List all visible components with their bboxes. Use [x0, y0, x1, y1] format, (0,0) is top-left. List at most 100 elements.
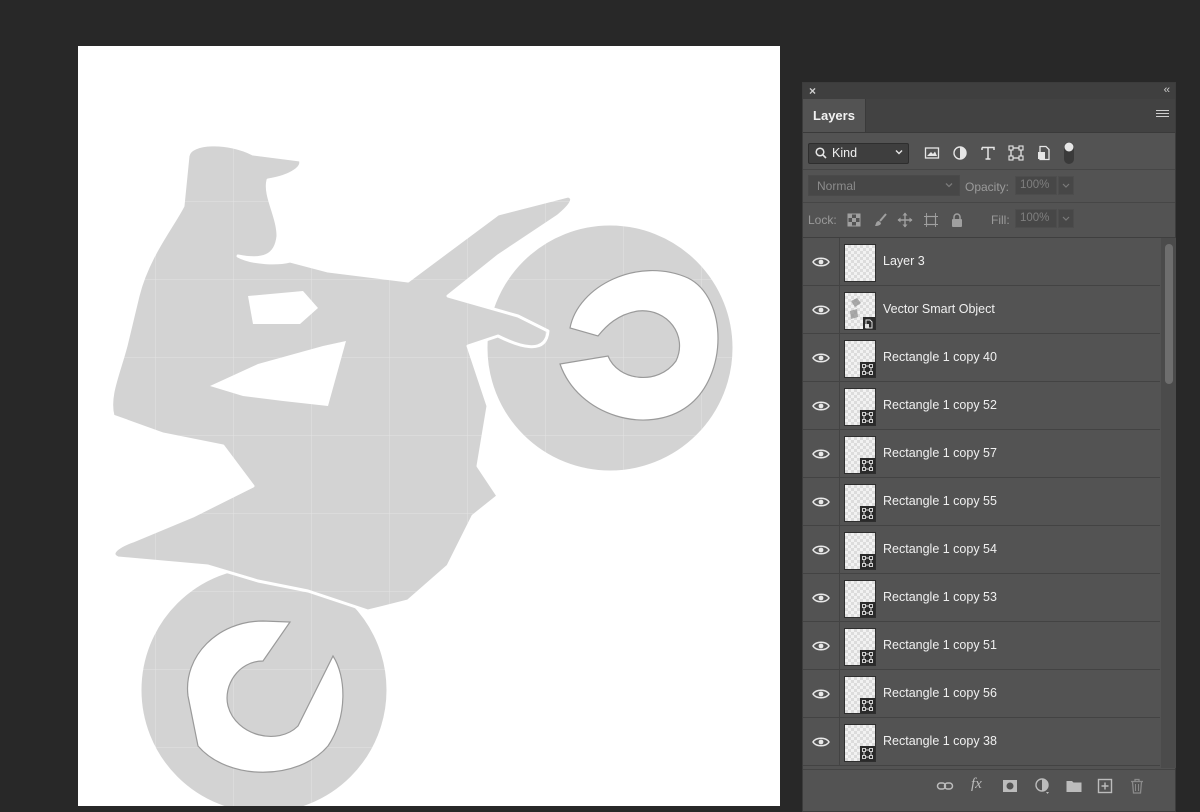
layer-row[interactable]: Rectangle 1 copy 51 [803, 622, 1160, 670]
adjustment-layer-icon[interactable] [1034, 777, 1052, 795]
layer-thumbnail[interactable] [844, 292, 876, 330]
layer-thumbnail[interactable] [844, 436, 876, 474]
layer-name[interactable]: Rectangle 1 copy 51 [883, 622, 997, 669]
new-group-icon[interactable] [1065, 777, 1083, 795]
layer-thumbnail[interactable] [844, 628, 876, 666]
shape-filter-icon[interactable] [1007, 144, 1025, 162]
layer-row[interactable]: Vector Smart Object [803, 286, 1160, 334]
fill-field[interactable]: 100% [1015, 209, 1057, 228]
document-canvas[interactable] [78, 46, 780, 806]
collapse-panel-icon[interactable]: ‹‹ [1164, 83, 1170, 98]
layer-name[interactable]: Rectangle 1 copy 56 [883, 670, 997, 717]
lock-artboard-icon[interactable] [923, 212, 939, 228]
new-layer-icon[interactable] [1096, 777, 1114, 795]
chevron-down-icon [945, 183, 953, 188]
smart-object-filter-icon[interactable] [1035, 144, 1053, 162]
layer-thumbnail[interactable] [844, 244, 876, 282]
pixel-filter-icon[interactable] [923, 144, 941, 162]
layer-thumbnail[interactable] [844, 484, 876, 522]
visibility-toggle[interactable] [803, 574, 840, 621]
layer-row[interactable]: Rectangle 1 copy 56 [803, 670, 1160, 718]
opacity-field[interactable]: 100% [1015, 176, 1057, 195]
delete-layer-icon[interactable] [1128, 777, 1146, 795]
layer-row[interactable]: Rectangle 1 copy 40 [803, 334, 1160, 382]
layer-name[interactable]: Rectangle 1 copy 55 [883, 478, 997, 525]
layer-row[interactable]: Rectangle 1 copy 38 [803, 718, 1160, 766]
adjustment-filter-icon[interactable] [951, 144, 969, 162]
close-panel-icon[interactable]: × [809, 83, 816, 99]
lock-position-icon[interactable] [897, 212, 913, 228]
layer-name[interactable]: Rectangle 1 copy 54 [883, 526, 997, 573]
filter-toggle-icon[interactable] [1062, 141, 1076, 165]
opacity-label: Opacity: [965, 180, 1010, 194]
layer-name[interactable]: Rectangle 1 copy 40 [883, 334, 997, 381]
layer-filter-row: Kind [803, 133, 1175, 170]
visibility-toggle[interactable] [803, 622, 840, 669]
layer-thumbnail[interactable] [844, 676, 876, 714]
type-filter-icon[interactable] [979, 144, 997, 162]
layer-row[interactable]: Rectangle 1 copy 53 [803, 574, 1160, 622]
layer-thumbnail[interactable] [844, 580, 876, 618]
fx-icon[interactable]: fx [971, 776, 989, 794]
visibility-toggle[interactable] [803, 334, 840, 381]
visibility-toggle[interactable] [803, 718, 840, 765]
lock-transparent-icon[interactable] [846, 212, 862, 228]
smart-object-badge-icon [863, 317, 875, 329]
layer-row[interactable]: Rectangle 1 copy 54 [803, 526, 1160, 574]
scrollbar-thumb[interactable] [1165, 244, 1173, 384]
layer-thumbnail[interactable] [844, 388, 876, 426]
layer-name[interactable]: Rectangle 1 copy 57 [883, 430, 997, 477]
layer-thumbnail[interactable] [844, 532, 876, 570]
panel-menu-icon[interactable] [1156, 110, 1169, 120]
layers-panel: × ‹‹ Layers Kind Normal Opacity: 100% Lo… [802, 82, 1176, 812]
tab-layers[interactable]: Layers [803, 99, 866, 132]
shape-layer-badge-icon [860, 602, 875, 617]
layer-name[interactable]: Rectangle 1 copy 38 [883, 718, 997, 765]
visibility-toggle[interactable] [803, 286, 840, 333]
search-icon [815, 147, 827, 159]
chevron-down-icon [1062, 183, 1070, 188]
eye-icon [812, 449, 830, 459]
shape-layer-badge-icon [860, 362, 875, 377]
layer-name[interactable]: Rectangle 1 copy 53 [883, 574, 997, 621]
layer-name[interactable]: Layer 3 [883, 238, 925, 285]
shape-layer-badge-icon [860, 458, 875, 473]
layer-thumbnail[interactable] [844, 340, 876, 378]
add-mask-icon[interactable] [1001, 777, 1019, 795]
layer-row[interactable]: Layer 3 [803, 238, 1160, 286]
visibility-toggle[interactable] [803, 670, 840, 717]
eye-icon [812, 545, 830, 555]
layer-row[interactable]: Rectangle 1 copy 55 [803, 478, 1160, 526]
visibility-toggle[interactable] [803, 238, 840, 285]
blend-mode-select[interactable]: Normal [808, 175, 960, 196]
lock-image-icon[interactable] [873, 212, 889, 228]
layer-row[interactable]: Rectangle 1 copy 52 [803, 382, 1160, 430]
layers-bottom-toolbar: fx [803, 769, 1175, 802]
filter-kind-label: Kind [832, 146, 858, 160]
layers-list[interactable]: Layer 3 Vector Smart Object Rectangle 1 co… [803, 238, 1160, 768]
fill-label: Fill: [991, 213, 1010, 227]
filter-kind-select[interactable]: Kind [808, 143, 909, 164]
eye-icon [812, 401, 830, 411]
layer-name[interactable]: Rectangle 1 copy 52 [883, 382, 997, 429]
chevron-down-icon [1062, 216, 1070, 221]
shape-layer-badge-icon [860, 698, 875, 713]
link-layers-icon[interactable] [936, 777, 954, 795]
lock-all-icon[interactable] [949, 212, 965, 228]
layers-scrollbar[interactable] [1161, 238, 1176, 768]
layer-row[interactable]: Rectangle 1 copy 57 [803, 430, 1160, 478]
layer-thumbnail[interactable] [844, 724, 876, 762]
layer-name[interactable]: Vector Smart Object [883, 286, 995, 333]
visibility-toggle[interactable] [803, 478, 840, 525]
visibility-toggle[interactable] [803, 526, 840, 573]
opacity-dropdown[interactable] [1058, 176, 1074, 195]
eye-icon [812, 257, 830, 267]
lock-row: Lock: Fill: 100% [803, 203, 1175, 238]
shape-layer-badge-icon [860, 410, 875, 425]
shape-layer-badge-icon [860, 746, 875, 761]
blend-mode-row: Normal Opacity: 100% [803, 170, 1175, 203]
fill-dropdown[interactable] [1058, 209, 1074, 228]
visibility-toggle[interactable] [803, 382, 840, 429]
visibility-toggle[interactable] [803, 430, 840, 477]
panel-title-bar: × ‹‹ [803, 83, 1175, 99]
